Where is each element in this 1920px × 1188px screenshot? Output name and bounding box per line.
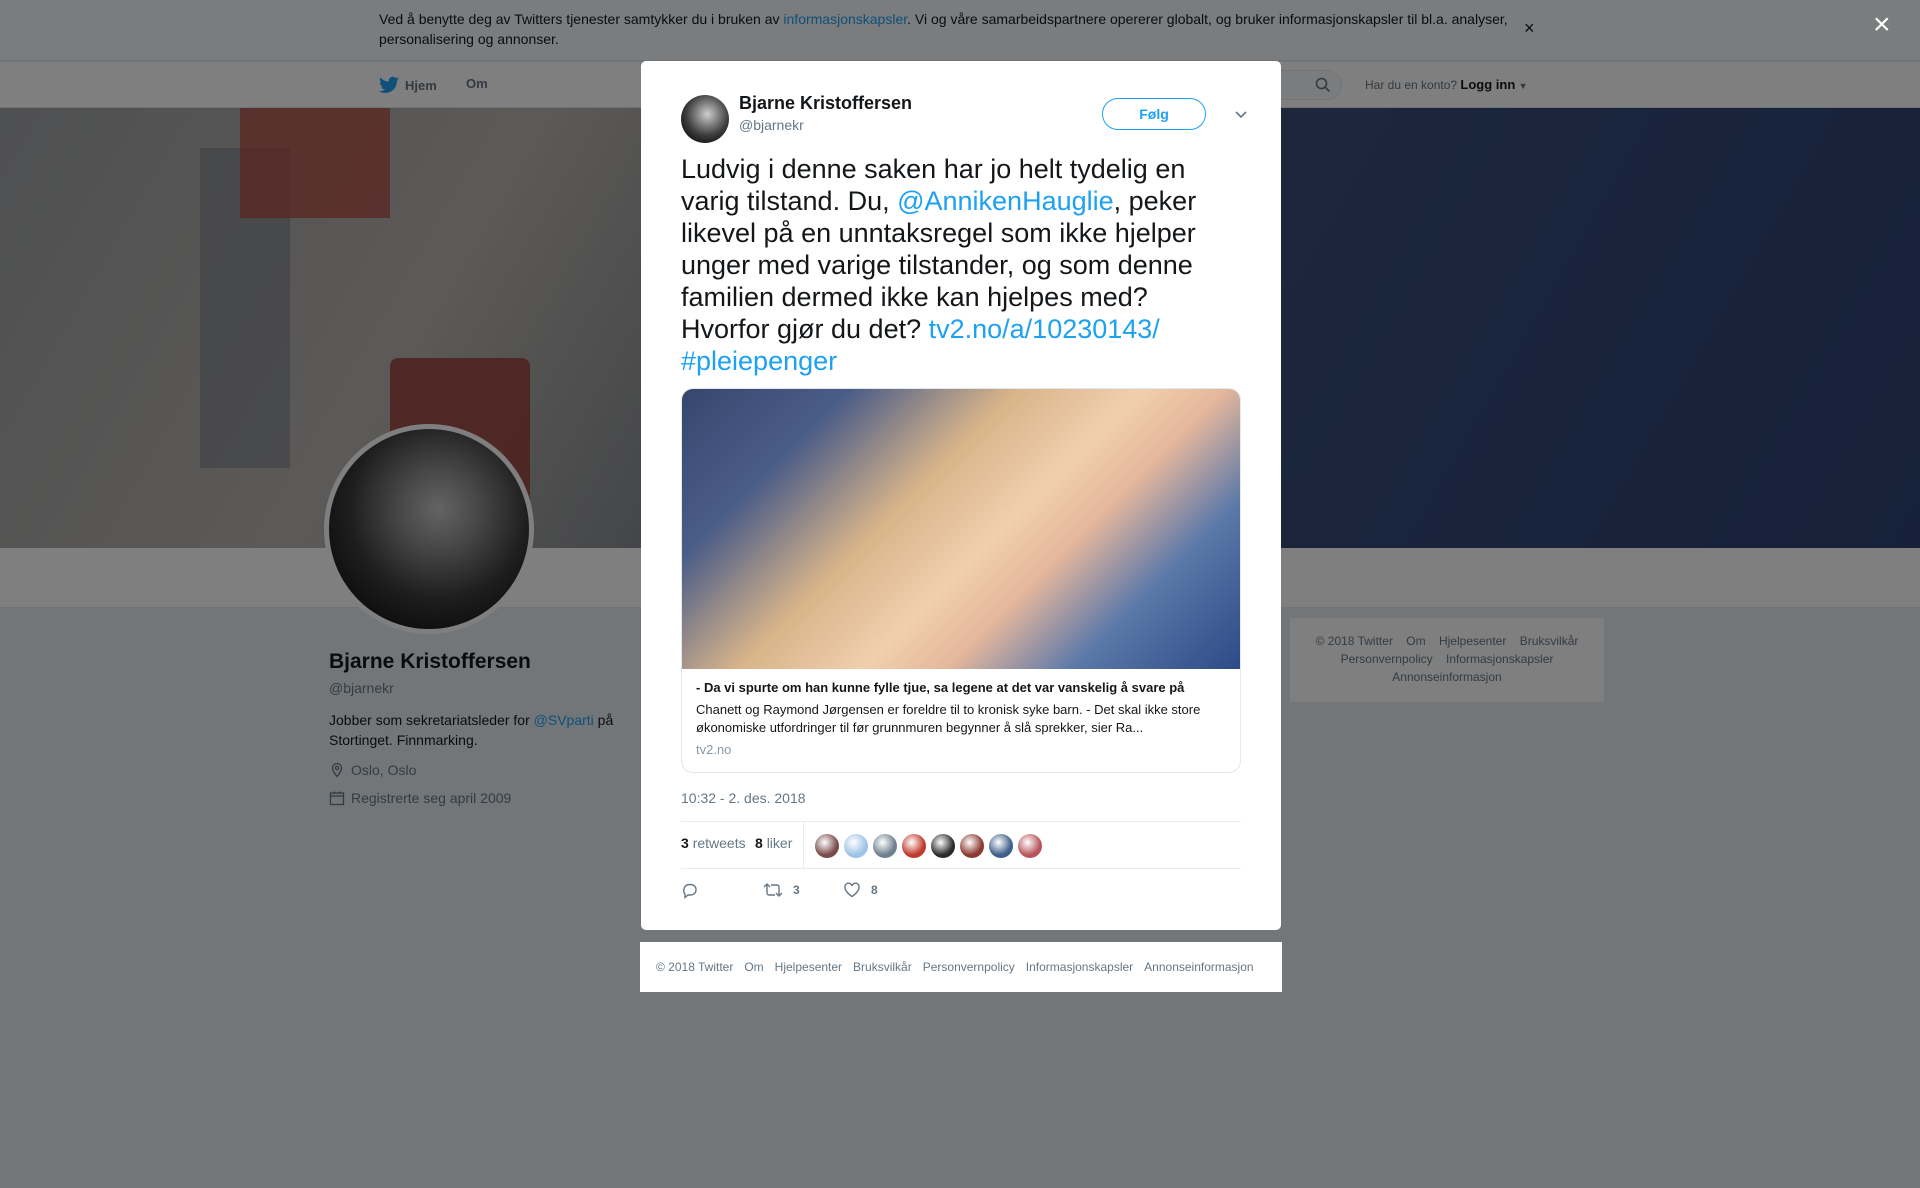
follow-button[interactable]: Følg <box>1102 98 1206 130</box>
tweet-timestamp[interactable]: 10:32 - 2. des. 2018 <box>681 790 806 806</box>
card-image <box>682 389 1240 669</box>
modal-footer: © 2018 Twitter Om Hjelpesenter Bruksvilk… <box>640 942 1282 992</box>
reply-icon <box>683 883 697 899</box>
tweet-author-handle[interactable]: @bjarnekr <box>739 117 804 133</box>
retweets-label: retweets <box>692 835 746 851</box>
retweet-icon <box>763 883 783 897</box>
liker-avatar[interactable] <box>815 834 839 858</box>
tweet-actions: 3 8 <box>681 881 1241 911</box>
divider <box>803 822 804 868</box>
tweet-author-avatar[interactable] <box>681 95 729 143</box>
card-description: Chanett og Raymond Jørgensen er foreldre… <box>696 702 1201 735</box>
heart-icon <box>844 882 860 898</box>
retweet-button[interactable]: 3 <box>763 881 800 899</box>
tweet-hashtag-link[interactable]: #pleiepenger <box>681 346 837 376</box>
retweets-count: 3 <box>681 835 689 851</box>
liker-avatars <box>815 834 1042 858</box>
liker-avatar[interactable] <box>989 834 1013 858</box>
retweet-count: 3 <box>793 883 800 897</box>
liker-avatar[interactable] <box>873 834 897 858</box>
footer-link[interactable]: Hjelpesenter <box>775 960 842 974</box>
likes-stat[interactable]: 8 liker <box>755 835 792 851</box>
card-headline: - Da vi spurte om han kunne fylle tjue, … <box>696 680 1185 695</box>
card-domain: tv2.no <box>696 742 732 757</box>
likes-count: 8 <box>755 835 763 851</box>
footer-link[interactable]: Informasjonskapsler <box>1026 960 1133 974</box>
reply-button[interactable] <box>681 881 699 899</box>
like-button[interactable]: 8 <box>843 881 878 899</box>
likes-label: liker <box>766 835 793 851</box>
footer-link[interactable]: Om <box>744 960 763 974</box>
retweets-stat[interactable]: 3 retweets <box>681 835 746 851</box>
tweet-modal: Bjarne Kristoffersen @bjarnekr Følg Ludv… <box>641 61 1281 930</box>
chevron-down-icon[interactable] <box>1231 105 1251 125</box>
liker-avatar[interactable] <box>931 834 955 858</box>
tweet-author-name[interactable]: Bjarne Kristoffersen <box>739 93 912 114</box>
tweet-text: Ludvig i denne saken har jo helt tydelig… <box>681 153 1241 377</box>
tweet-url-link[interactable]: tv2.no/a/10230143/ <box>929 314 1160 344</box>
footer-link[interactable]: © 2018 Twitter <box>656 960 733 974</box>
link-preview-card[interactable]: - Da vi spurte om han kunne fylle tjue, … <box>681 388 1241 773</box>
liker-avatar[interactable] <box>902 834 926 858</box>
liker-avatar[interactable] <box>960 834 984 858</box>
like-count: 8 <box>871 883 878 897</box>
close-overlay-icon[interactable]: × <box>1873 10 1891 40</box>
footer-link[interactable]: Personvernpolicy <box>923 960 1015 974</box>
footer-link[interactable]: Bruksvilkår <box>853 960 912 974</box>
liker-avatar[interactable] <box>1018 834 1042 858</box>
tweet-mention-link[interactable]: @AnnikenHauglie <box>897 186 1114 216</box>
liker-avatar[interactable] <box>844 834 868 858</box>
footer-link[interactable]: Annonseinformasjon <box>1144 960 1253 974</box>
tweet-stats: 3 retweets 8 liker <box>681 821 1241 869</box>
